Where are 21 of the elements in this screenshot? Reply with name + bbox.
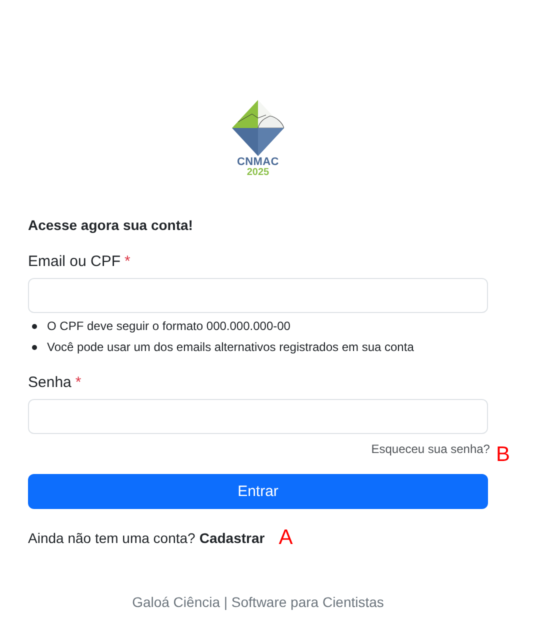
input-field[interactable]: [28, 278, 488, 313]
forgot-password-link[interactable]: Esqueceu sua senha?: [371, 442, 490, 456]
footer-text: Galoá Ciência | Software para Cientistas: [131, 594, 385, 610]
signup-prompt: Ainda não tem uma conta?: [28, 530, 196, 546]
field-label: Email ou CPF: [28, 253, 121, 271]
logo-title: CNMAC: [237, 157, 279, 168]
signup-link[interactable]: Cadastrar: [199, 530, 265, 546]
login-button[interactable]: Entrar: [28, 474, 488, 509]
annotation-label: A: [278, 527, 293, 549]
diamond-logo-icon: [232, 100, 284, 156]
required-asterisk: *: [75, 374, 82, 392]
hint-text: O CPF deve seguir o formato 000.000.000-00: [47, 318, 290, 335]
form-heading: Acesse agora sua conta!: [28, 216, 194, 234]
hint-text: Você pode usar um dos emails alternativos registrados em sua conta: [47, 339, 414, 356]
required-asterisk: *: [124, 253, 130, 271]
field-label: Senha: [28, 374, 72, 392]
annotation-label: B: [496, 444, 510, 466]
logo-year: 2025: [246, 168, 270, 178]
bullet-icon: [32, 324, 37, 329]
input-field[interactable]: [28, 399, 488, 434]
bullet-icon: [32, 345, 37, 350]
